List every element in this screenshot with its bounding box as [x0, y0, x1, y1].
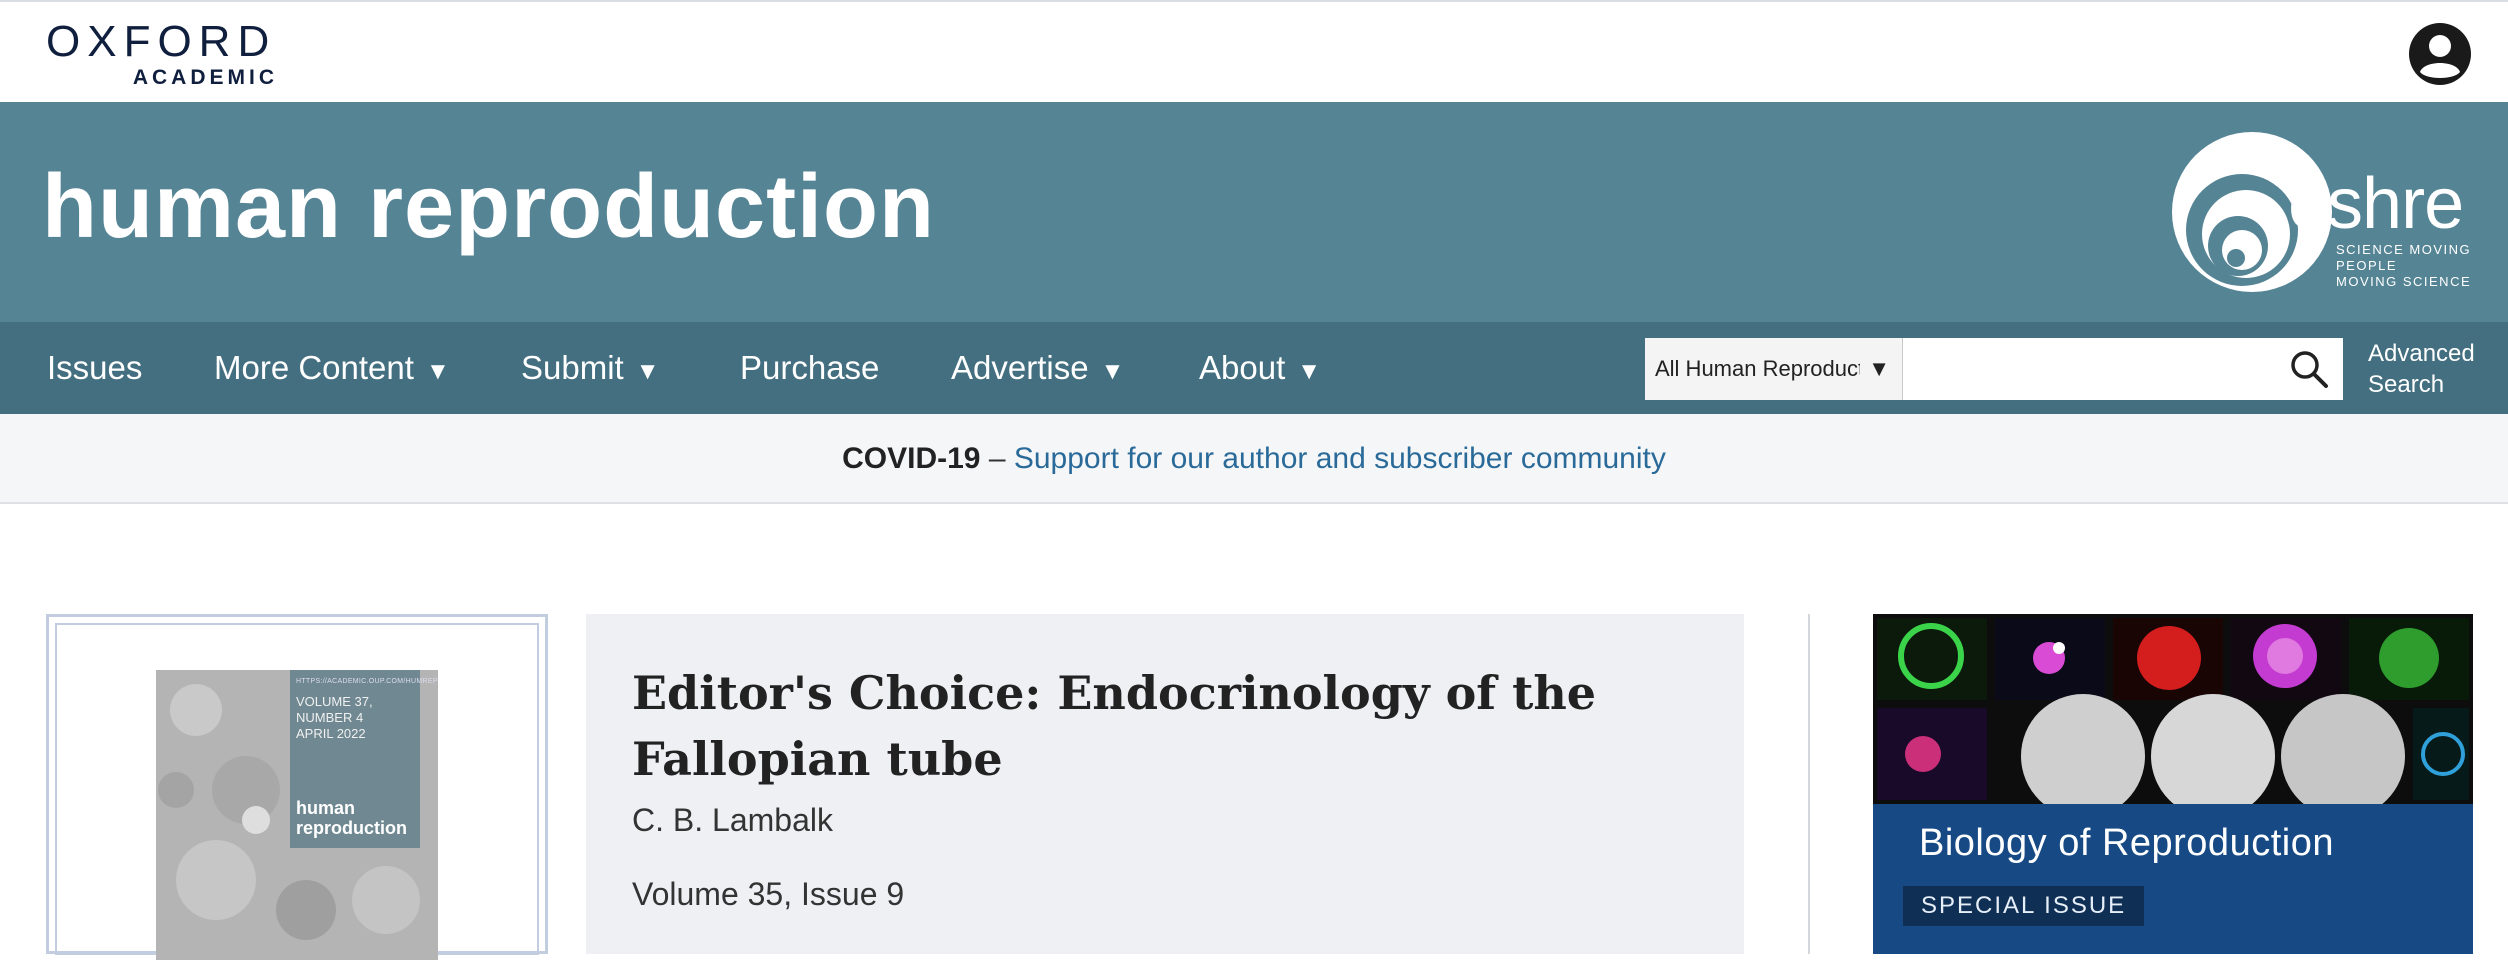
oxford-academic-logo[interactable]: OXFORD ACADEMIC — [46, 18, 286, 90]
eshre-tagline-line: SCIENCE MOVING — [2336, 242, 2472, 257]
caret-down-icon: ▼ — [1297, 358, 1322, 385]
nav-item-advertise[interactable]: Advertise ▼ — [951, 322, 1124, 414]
advanced-search-link[interactable]: Advanced Search — [2368, 338, 2488, 400]
publisher-name: OXFORD — [46, 17, 277, 66]
covid-separator: – — [980, 442, 1014, 475]
eshre-logo[interactable]: eshre SCIENCE MOVING PEOPLE MOVING SCIEN… — [2170, 130, 2490, 295]
cover-journal-title: human reproduction — [296, 798, 407, 838]
nav-label: Advertise — [951, 349, 1089, 386]
cover-url: HTTPS://ACADEMIC.OUP.COM/HUMREP — [296, 678, 438, 685]
promo-cell-images — [1873, 614, 2473, 804]
journal-title[interactable]: human reproduction — [42, 152, 935, 262]
eshre-tagline-line: MOVING SCIENCE — [2336, 274, 2472, 289]
editors-choice-card: Editor's Choice: Endocrinology of the Fa… — [586, 614, 1744, 954]
nav-label: Submit — [521, 349, 624, 386]
search-scope-select[interactable]: All Human Reproduction ▼ — [1645, 338, 1903, 400]
caret-down-icon: ▼ — [1868, 356, 1890, 381]
cover-title-line: human — [296, 798, 356, 818]
covid-label: COVID-19 — [842, 442, 981, 475]
nav-item-about[interactable]: About ▼ — [1199, 322, 1321, 414]
caret-down-icon: ▼ — [425, 358, 450, 385]
search-input[interactable] — [1903, 338, 2343, 400]
publisher-sub: ACADEMIC — [132, 66, 278, 89]
editors-choice-title[interactable]: Editor's Choice: Endocrinology of the Fa… — [632, 660, 1632, 792]
search-scope-value: All Human Reproduction — [1655, 356, 1860, 381]
cover-title-panel: HTTPS://ACADEMIC.OUP.COM/HUMREP VOLUME 3… — [290, 670, 437, 848]
nav-item-more-content[interactable]: More Content ▼ — [214, 322, 450, 414]
promo-title: Biology of Reproduction — [1919, 822, 2334, 864]
journal-banner: human reproduction eshre SCIENCE MOVING … — [0, 102, 2508, 322]
advanced-search-label: Search — [2368, 371, 2445, 398]
nav-item-purchase[interactable]: Purchase — [740, 322, 879, 414]
caret-down-icon: ▼ — [635, 358, 660, 385]
caret-down-icon: ▼ — [1100, 358, 1125, 385]
column-divider — [1808, 614, 1810, 954]
nav-label: About — [1199, 349, 1286, 386]
cover-volume: VOLUME 37, NUMBER 4 APRIL 2022 — [296, 694, 420, 742]
nav-label: Purchase — [740, 349, 880, 386]
current-issue-cover[interactable]: HTTPS://ACADEMIC.OUP.COM/HUMREP VOLUME 3… — [156, 670, 438, 960]
cover-title-line: reproduction — [296, 818, 407, 838]
covid-support-link[interactable]: Support for our author and subscriber co… — [1014, 442, 1666, 475]
nav-label: Issues — [47, 349, 143, 386]
advanced-search-label: Advanced — [2368, 340, 2475, 367]
cover-volume-line: APRIL 2022 — [296, 726, 366, 741]
covid-notice: COVID-19 – Support for our author and su… — [0, 414, 2508, 504]
promo-badge: SPECIAL ISSUE — [1903, 886, 2145, 926]
editors-choice-author: C. B. Lambalk — [632, 802, 833, 838]
eshre-wordmark: eshre — [2288, 164, 2464, 244]
biology-of-reproduction-promo[interactable]: Biology of Reproduction SPECIAL ISSUE — [1873, 614, 2473, 954]
user-circle-icon[interactable] — [2408, 22, 2472, 86]
top-bar: OXFORD ACADEMIC — [0, 0, 2508, 102]
nav-item-issues[interactable]: Issues — [47, 322, 142, 414]
nav-label: More Content — [214, 349, 414, 386]
cover-volume-line: VOLUME 37, NUMBER 4 — [296, 694, 373, 725]
search-icon[interactable] — [2288, 348, 2330, 390]
nav-item-submit[interactable]: Submit ▼ — [521, 322, 659, 414]
main-nav: Issues More Content ▼ Submit ▼ Purchase Ad… — [0, 322, 2508, 414]
eshre-tagline: SCIENCE MOVING PEOPLE MOVING SCIENCE — [2336, 242, 2471, 290]
eshre-tagline-line: PEOPLE — [2336, 258, 2398, 273]
editors-choice-volume: Volume 35, Issue 9 — [632, 876, 905, 912]
